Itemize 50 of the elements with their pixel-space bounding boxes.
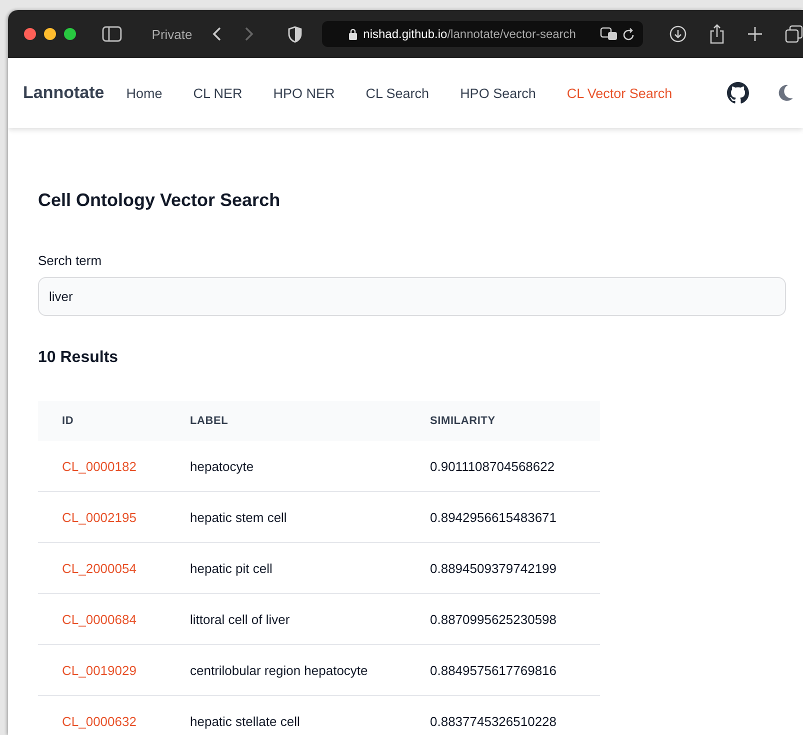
download-icon[interactable] [669,25,688,43]
column-header: LABEL [190,415,228,427]
table-cell: hepatic stellate cell [190,714,300,728]
github-icon[interactable] [727,82,749,104]
private-label: Private [152,26,192,42]
new-tab-icon[interactable] [747,26,764,42]
nav-link[interactable]: HPO NER [273,86,335,100]
sidebar-icon[interactable] [102,26,122,42]
table-cell: hepatic pit cell [190,560,272,576]
table-cell: 0.8849575617769816 [430,662,557,678]
id-link[interactable]: CL_0000684 [62,612,136,626]
nav-link[interactable]: CL Search [366,86,430,100]
field-label: Serch term [38,253,103,268]
table-cell: littoral cell of liver [190,612,290,626]
table-cell: 0.9011108704568622 [430,458,555,474]
column-header: SIMILARITY [430,415,496,427]
id-link[interactable]: CL_2000054 [62,560,136,576]
table-cell: 0.8837745326510228 [430,714,557,728]
address-bar[interactable]: nishad.github.io/lannotate/vector-search [322,21,644,47]
page-title: Cell Ontology Vector Search [38,190,282,211]
forward-icon[interactable] [244,26,254,42]
id-link[interactable]: CL_0000632 [62,714,136,728]
table-cell: 0.8870995625230598 [430,612,557,626]
site-logo-text[interactable]: Lannotate [23,83,104,103]
table-cell: 0.8894509379742199 [430,560,557,576]
url-text: nishad.github.io/lannotate/vector-search [363,27,577,41]
back-icon[interactable] [212,26,222,42]
table-cell: hepatocyte [190,458,254,474]
share-icon[interactable] [709,24,726,44]
close-window-icon[interactable] [24,28,36,40]
nav-link[interactable]: HPO Search [460,86,536,100]
search-field[interactable]: liver [38,277,786,316]
zoom-window-icon[interactable] [64,28,76,40]
table-cell: 0.8942956615483671 [430,510,557,524]
table-cell: hepatic stem cell [190,510,287,524]
id-link[interactable]: CL_0002195 [62,510,136,524]
shield-icon[interactable] [288,26,302,42]
results-heading: 10 Results [38,349,120,367]
minimize-window-icon[interactable] [44,28,56,40]
id-link[interactable]: CL_0000182 [62,458,136,474]
column-header: ID [62,415,74,427]
id-link[interactable]: CL_0019029 [62,662,136,678]
nav-link[interactable]: CL Vector Search [566,86,672,100]
translate-icon[interactable] [600,27,618,41]
nav-link[interactable]: CL NER [193,86,242,100]
table-cell: centrilobular region hepatocyte [190,662,368,678]
reload-icon[interactable] [623,28,636,40]
lock-icon [348,28,358,40]
nav-link[interactable]: Home [126,86,162,100]
tabs-icon[interactable] [785,25,803,43]
